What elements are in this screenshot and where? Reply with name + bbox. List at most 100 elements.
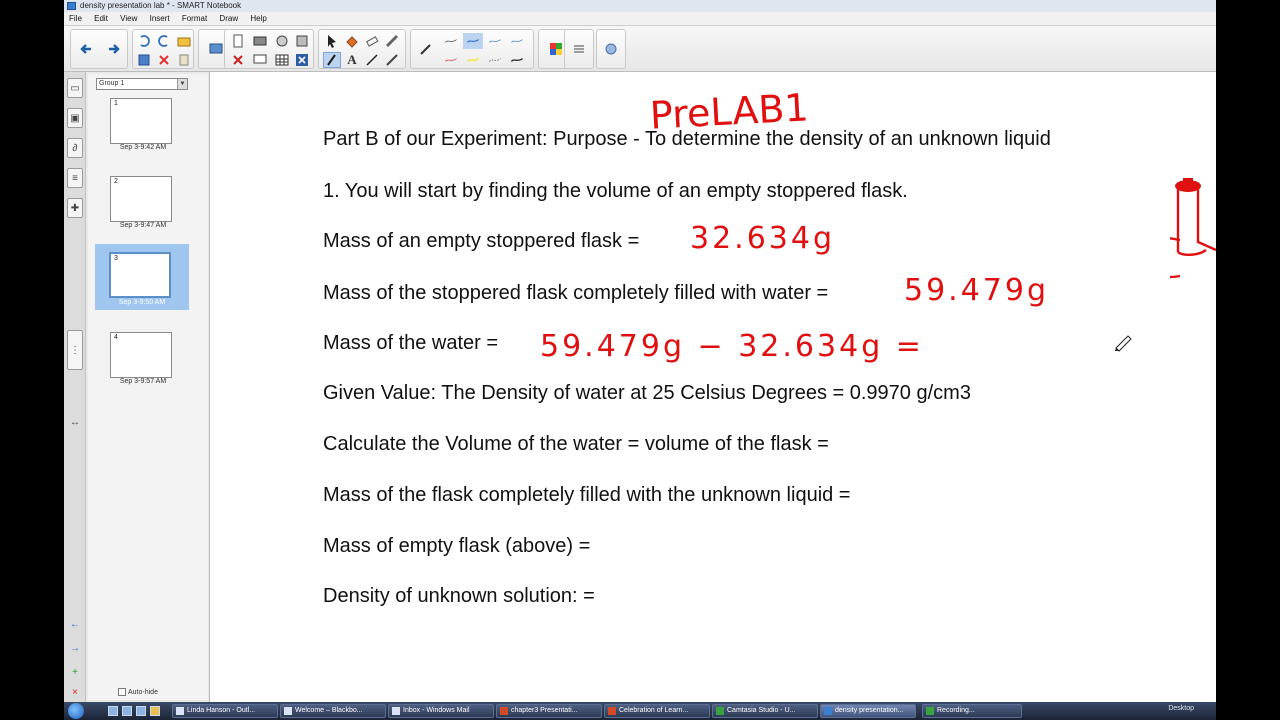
ink-water-mass-text: 59.479g − 32.634g = xyxy=(540,329,924,364)
checkbox-box[interactable] xyxy=(118,688,126,696)
slide-thumbnail-4[interactable]: 4 Sep 3-9:57 AM xyxy=(96,328,190,392)
flask-sketch xyxy=(1170,178,1216,279)
group-select-value: Group 1 xyxy=(99,80,125,87)
slide-thumbnail-2[interactable]: 2 Sep 3-9:47 AM xyxy=(96,172,190,236)
properties-icon[interactable] xyxy=(570,41,588,57)
pen-style-4-icon[interactable] xyxy=(507,33,527,49)
page-icon[interactable] xyxy=(229,33,247,49)
eraser-icon[interactable] xyxy=(363,33,381,49)
next-page-icon[interactable]: → xyxy=(67,638,83,658)
resize-arrows-icon[interactable]: ↔ xyxy=(67,412,83,432)
task-label: Linda Hanson - Outl... xyxy=(187,707,256,714)
task-label: Recording... xyxy=(937,707,975,714)
notebook-page[interactable]: PreLAB1 Part B of our Experiment: Purpos… xyxy=(210,72,1216,702)
pen-style-icon[interactable] xyxy=(417,41,435,57)
menu-format[interactable]: Format xyxy=(177,12,212,26)
attachments-tab-icon[interactable]: ∂ xyxy=(67,138,83,158)
quicklaunch-media-icon[interactable] xyxy=(136,706,146,716)
highlighter-icon[interactable] xyxy=(463,52,483,68)
edit-group xyxy=(132,29,194,69)
auto-hide-checkbox[interactable]: Auto-hide xyxy=(118,688,158,696)
slide-date: Sep 3-9:47 AM xyxy=(119,222,167,229)
table-icon[interactable] xyxy=(273,52,291,68)
task-outlook[interactable]: Linda Hanson - Outl... xyxy=(172,704,278,718)
unknown-liquid-mass-label: Mass of the flask completely filled with… xyxy=(323,484,851,506)
pen-style-5-icon[interactable] xyxy=(441,52,461,68)
task-recording[interactable]: Recording... xyxy=(922,704,1022,718)
save-icon[interactable] xyxy=(135,52,153,68)
group-select[interactable]: Group 1 ▼ xyxy=(96,78,188,90)
menu-help[interactable]: Help xyxy=(245,12,271,26)
slide-preview: 4 xyxy=(110,332,172,378)
slide-number: 4 xyxy=(114,334,118,341)
quicklaunch-folder-icon[interactable] xyxy=(150,706,160,716)
start-button-icon[interactable] xyxy=(68,703,84,719)
quicklaunch-explorer-icon[interactable] xyxy=(122,706,132,716)
camtasia-icon xyxy=(716,707,724,715)
menu-draw[interactable]: Draw xyxy=(214,12,243,26)
open-icon[interactable] xyxy=(175,33,193,49)
redo-icon[interactable] xyxy=(155,33,173,49)
pen-style-2-icon[interactable] xyxy=(463,33,483,49)
pen-icon[interactable] xyxy=(323,52,341,68)
close-box-icon[interactable] xyxy=(293,52,311,68)
slide-thumbnail-1[interactable]: 1 Sep 3-9:42 AM xyxy=(96,94,190,158)
delete-icon[interactable] xyxy=(155,52,173,68)
task-chapter3[interactable]: chapter3 Presentati... xyxy=(496,704,602,718)
gallery-tab-icon[interactable]: ▣ xyxy=(67,108,83,128)
desktop-toolbar-label[interactable]: Desktop xyxy=(1168,705,1194,712)
undo-icon[interactable] xyxy=(135,33,153,49)
delete-page-icon[interactable]: × xyxy=(67,682,83,702)
menu-file[interactable]: File xyxy=(64,12,87,26)
paste-icon[interactable] xyxy=(175,52,193,68)
fill-icon[interactable] xyxy=(343,33,361,49)
screen-capture-icon[interactable] xyxy=(251,33,269,49)
forward-icon[interactable] xyxy=(105,41,123,57)
app-icon xyxy=(67,2,76,10)
ink-empty-flask-mass-text: 32.634g xyxy=(690,221,835,256)
menu-insert[interactable]: Insert xyxy=(145,12,175,26)
collapse-handle-icon[interactable]: ⋮ xyxy=(67,330,83,370)
menu-view[interactable]: View xyxy=(115,12,142,26)
slide-thumbnail-3[interactable]: 3 Sep 3-9:50 AM xyxy=(95,244,189,310)
clear-icon[interactable] xyxy=(229,52,247,68)
pen-style-7-icon[interactable] xyxy=(485,52,505,68)
side-tabs: ▭ ▣ ∂ ≡ ✚ ⋮ ↔ ← → + × xyxy=(64,72,86,702)
back-icon[interactable] xyxy=(77,41,95,57)
chevron-down-icon[interactable]: ▼ xyxy=(177,79,187,89)
task-celebration[interactable]: Celebration of Learn... xyxy=(604,704,710,718)
addons-icon[interactable] xyxy=(602,41,620,57)
previous-page-icon[interactable]: ← xyxy=(67,614,83,634)
menu-bar: File Edit View Insert Format Draw Help xyxy=(64,12,1216,26)
magic-pen-icon[interactable] xyxy=(383,33,401,49)
window-title: density presentation lab * - SMART Noteb… xyxy=(80,1,242,10)
outlook-icon xyxy=(176,707,184,715)
add-page-icon[interactable]: + xyxy=(67,662,83,682)
screen-shade-icon[interactable] xyxy=(207,41,225,57)
task-camtasia[interactable]: Camtasia Studio - U... xyxy=(712,704,818,718)
shape-icon[interactable] xyxy=(383,52,401,68)
addons-tab-icon[interactable]: ✚ xyxy=(67,198,83,218)
task-density-presentation[interactable]: density presentation... xyxy=(820,704,916,718)
gallery-icon[interactable] xyxy=(273,33,291,49)
text-icon[interactable]: A xyxy=(343,52,361,68)
properties-group xyxy=(564,29,594,69)
pen-style-1-icon[interactable] xyxy=(441,33,461,49)
menu-edit[interactable]: Edit xyxy=(89,12,113,26)
task-label: chapter3 Presentati... xyxy=(511,707,578,714)
display-icon[interactable] xyxy=(251,52,269,68)
document-camera-icon[interactable] xyxy=(293,33,311,49)
color-palette-icon[interactable] xyxy=(547,41,565,57)
toolbar: A xyxy=(64,26,1216,72)
quicklaunch-desktop-icon[interactable] xyxy=(108,706,118,716)
page-sorter-tab-icon[interactable]: ▭ xyxy=(67,78,83,98)
line-icon[interactable] xyxy=(363,52,381,68)
slide-date: Sep 3-9:50 AM xyxy=(118,299,166,306)
task-windows-mail[interactable]: Inbox - Windows Mail xyxy=(388,704,494,718)
pen-style-3-icon[interactable] xyxy=(485,33,505,49)
properties-tab-icon[interactable]: ≡ xyxy=(67,168,83,188)
task-blackboard[interactable]: Welcome – Blackbo... xyxy=(280,704,386,718)
select-icon[interactable] xyxy=(323,33,341,49)
pen-style-8-icon[interactable] xyxy=(507,52,527,68)
slide-number: 2 xyxy=(114,178,118,185)
